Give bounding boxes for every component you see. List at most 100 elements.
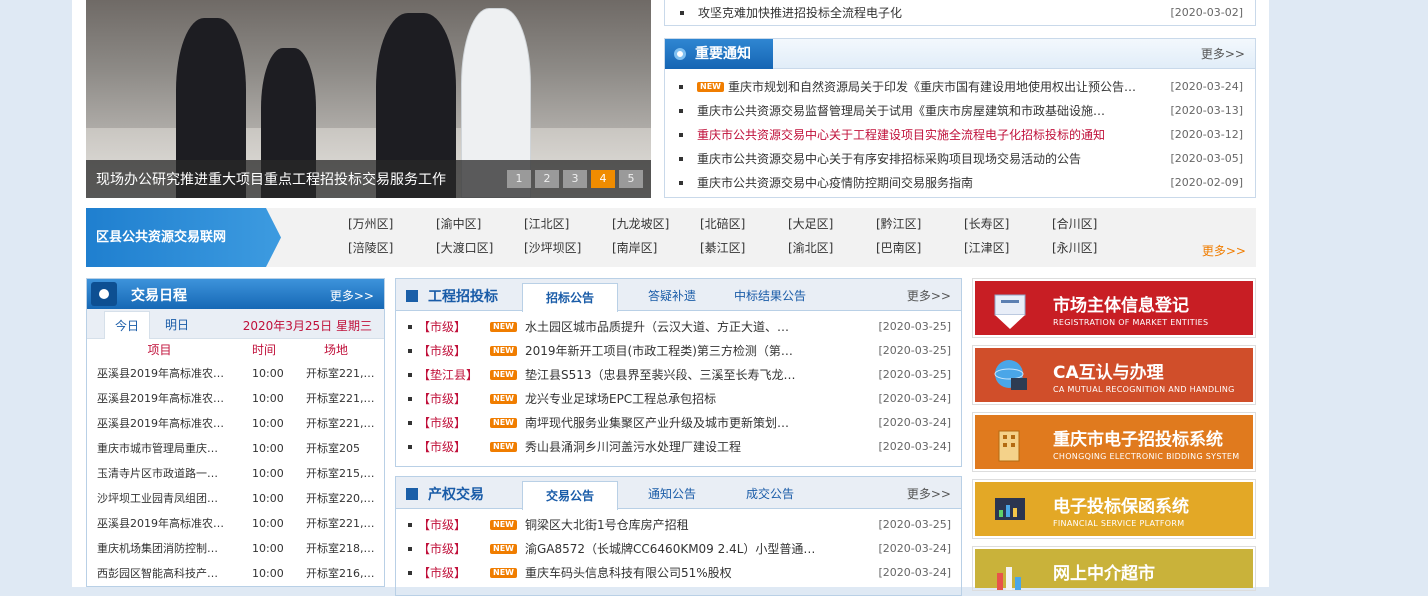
table-row[interactable]: 巫溪县2019年高标准农… 10:00 开标室221,… [87, 411, 384, 436]
row-item[interactable]: 重庆市城市管理局重庆… [87, 436, 232, 461]
district-link[interactable]: [巴南区] [876, 238, 964, 258]
notice-title[interactable]: 重庆市公共资源交易监督管理局关于试用《重庆市房屋建筑和市政基础设施… [697, 99, 1160, 123]
list-item[interactable]: 【市级】 NEW 铜梁区大北街1号仓库房产招租 [2020-03-25] [406, 513, 951, 537]
item-title[interactable]: 渝GA8572（长城牌CC6460KM09 2.4L）小型普通… [525, 537, 869, 561]
intermediary-market-banner[interactable]: 网上中介超市 [972, 546, 1256, 591]
news-slideshow[interactable]: 现场办公研究推进重大项目重点工程招投标交易服务工作 1 2 3 4 5 [86, 0, 651, 198]
more-link[interactable]: 更多>> [330, 287, 374, 304]
table-row[interactable]: 玉清寺片区市政道路一… 10:00 开标室215,… [87, 461, 384, 486]
news-title[interactable]: 攻坚克难加快推进招投标全流程电子化 [698, 4, 1160, 21]
slide-page-5[interactable]: 5 [619, 170, 643, 188]
item-title[interactable]: 重庆车码头信息科技有限公司51%股权 [525, 561, 869, 585]
tab-deal-notice[interactable]: 成交公告 [746, 485, 794, 502]
list-item[interactable]: 【市级】 NEW 秀山县涌洞乡川河盖污水处理厂建设工程 [2020-03-24] [406, 435, 951, 459]
slide-page-3[interactable]: 3 [563, 170, 587, 188]
ca-recognition-banner[interactable]: CA互认与办理 CA MUTUAL RECOGNITION AND HANDLI… [972, 345, 1256, 405]
slide-page-4[interactable]: 4 [591, 170, 615, 188]
tab-trade-notice[interactable]: 交易公告 [522, 481, 619, 510]
row-item[interactable]: 沙坪坝工业园青凤组团… [87, 486, 232, 511]
row-item[interactable]: 玉清寺片区市政道路一… [87, 461, 232, 486]
district-link[interactable]: [黔江区] [876, 214, 964, 234]
list-item[interactable]: 【市级】 NEW 2019年新开工项目(市政工程类)第三方检测（第… [2020-03… [406, 339, 951, 363]
table-row[interactable]: 沙坪坝工业园青凤组团… 10:00 开标室220,… [87, 486, 384, 511]
more-link[interactable]: 更多>> [1201, 45, 1245, 62]
row-time: 10:00 [252, 517, 284, 530]
list-item[interactable]: 【市级】 NEW 龙兴专业足球场EPC工程总承包招标 [2020-03-24] [406, 387, 951, 411]
list-item[interactable]: 重庆市公共资源交易中心疫情防控期间交易服务指南 [2020-02-09] [677, 171, 1243, 195]
list-item[interactable]: NEW 重庆市规划和自然资源局关于印发《重庆市国有建设用地使用权出让预公告… [… [677, 75, 1243, 99]
tab-bid-notice[interactable]: 招标公告 [522, 283, 619, 312]
notice-title[interactable]: 重庆市公共资源交易中心疫情防控期间交易服务指南 [697, 171, 1160, 195]
district-link[interactable]: [九龙坡区] [612, 214, 700, 234]
important-notices-panel: 重要通知 更多>> NEW 重庆市规划和自然资源局关于印发《重庆市国有建设用地使… [664, 38, 1256, 198]
district-link[interactable]: [长寿区] [964, 214, 1052, 234]
district-link[interactable]: [渝北区] [788, 238, 876, 258]
district-link[interactable]: [江津区] [964, 238, 1052, 258]
item-title[interactable]: 2019年新开工项目(市政工程类)第三方检测（第… [525, 339, 869, 363]
row-time: 10:00 [252, 367, 284, 380]
list-item[interactable]: 【市级】 NEW 水土园区城市品质提升（云汉大道、方正大道、… [2020-03-25… [406, 315, 951, 339]
bullet [408, 445, 412, 449]
notice-title[interactable]: 重庆市公共资源交易中心关于工程建设项目实施全流程电子化招标投标的通知 [697, 123, 1160, 147]
district-link[interactable]: [万州区] [348, 214, 436, 234]
banner-title: 重庆市电子招投标系统 [1053, 430, 1223, 450]
table-row[interactable]: 西彭园区智能高科技产… 10:00 开标室216,… [87, 561, 384, 586]
notices-tab[interactable]: 重要通知 [665, 39, 773, 69]
tab-today[interactable]: 今日 [104, 311, 150, 339]
item-title[interactable]: 垫江县S513（忠县界至裴兴段、三溪至长寿飞龙… [525, 363, 869, 387]
more-link[interactable]: 更多>> [907, 485, 951, 502]
tab-award-result[interactable]: 中标结果公告 [734, 287, 806, 304]
bid-guarantee-banner[interactable]: 电子投标保函系统 FINANCIAL SERVICE PLATFORM [972, 479, 1256, 539]
list-item[interactable]: 重庆市公共资源交易中心关于有序安排招标采购项目现场交易活动的公告 [2020-0… [677, 147, 1243, 171]
row-item[interactable]: 西彭园区智能高科技产… [87, 561, 232, 586]
table-row[interactable]: 巫溪县2019年高标准农… 10:00 开标室221,… [87, 386, 384, 411]
row-item[interactable]: 巫溪县2019年高标准农… [87, 511, 232, 536]
district-link[interactable]: [合川区] [1052, 214, 1140, 234]
table-row[interactable]: 重庆市城市管理局重庆… 10:00 开标室205 [87, 436, 384, 461]
notice-title[interactable]: 重庆市公共资源交易中心关于有序安排招标采购项目现场交易活动的公告 [697, 147, 1160, 171]
list-item[interactable]: 【垫江县】 NEW 垫江县S513（忠县界至裴兴段、三溪至长寿飞龙… [2020-03… [406, 363, 951, 387]
district-link[interactable]: [大渡口区] [436, 238, 524, 258]
list-item[interactable]: 重庆市公共资源交易中心关于工程建设项目实施全流程电子化招标投标的通知 [2020… [677, 123, 1243, 147]
list-item[interactable]: 重庆市公共资源交易监督管理局关于试用《重庆市房屋建筑和市政基础设施… [2020… [677, 99, 1243, 123]
tab-qa-supplement[interactable]: 答疑补遗 [648, 287, 696, 304]
electronic-bidding-banner[interactable]: 重庆市电子招投标系统 CHONGQING ELECTRONIC BIDDING … [972, 412, 1256, 472]
district-link[interactable]: [涪陵区] [348, 238, 436, 258]
district-link[interactable]: [江北区] [524, 214, 612, 234]
slide-page-1[interactable]: 1 [507, 170, 531, 188]
row-item[interactable]: 重庆机场集团消防控制… [87, 536, 232, 561]
market-registration-banner[interactable]: 市场主体信息登记 REGISTRATION OF MARKET ENTITIES [972, 278, 1256, 338]
item-title[interactable]: 铜梁区大北街1号仓库房产招租 [525, 513, 869, 537]
list-item[interactable]: 【市级】 NEW 重庆车码头信息科技有限公司51%股权 [2020-03-24] [406, 561, 951, 585]
bullet [408, 523, 412, 527]
tab-tomorrow[interactable]: 明日 [165, 311, 189, 339]
row-item[interactable]: 巫溪县2019年高标准农… [87, 411, 232, 436]
tab-general-notice[interactable]: 通知公告 [648, 485, 696, 502]
district-link[interactable]: [南岸区] [612, 238, 700, 258]
more-link[interactable]: 更多>> [907, 287, 951, 304]
district-link[interactable]: [永川区] [1052, 238, 1140, 258]
page-container: 现场办公研究推进重大项目重点工程招投标交易服务工作 1 2 3 4 5 攻坚克难… [72, 0, 1269, 596]
item-title[interactable]: 南坪现代服务业集聚区产业升级及城市更新策划… [525, 411, 869, 435]
banner-background: 电子投标保函系统 FINANCIAL SERVICE PLATFORM [975, 482, 1253, 536]
table-row[interactable]: 巫溪县2019年高标准农… 10:00 开标室221,… [87, 361, 384, 386]
item-title[interactable]: 龙兴专业足球场EPC工程总承包招标 [525, 387, 869, 411]
notice-title[interactable]: 重庆市规划和自然资源局关于印发《重庆市国有建设用地使用权出让预公告… [728, 75, 1161, 99]
table-row[interactable]: 巫溪县2019年高标准农… 10:00 开标室221,… [87, 511, 384, 536]
table-row[interactable]: 重庆机场集团消防控制… 10:00 开标室218,… [87, 536, 384, 561]
row-item[interactable]: 巫溪县2019年高标准农… [87, 361, 232, 386]
slide-caption[interactable]: 现场办公研究推进重大项目重点工程招投标交易服务工作 [96, 169, 446, 189]
district-link[interactable]: [北碚区] [700, 214, 788, 234]
district-link[interactable]: [沙坪坝区] [524, 238, 612, 258]
district-link[interactable]: [渝中区] [436, 214, 524, 234]
row-item[interactable]: 巫溪县2019年高标准农… [87, 386, 232, 411]
list-item[interactable]: 【市级】 NEW 南坪现代服务业集聚区产业升级及城市更新策划… [2020-03-24… [406, 411, 951, 435]
list-item[interactable]: 攻坚克难加快推进招投标全流程电子化 [2020-03-02] [677, 4, 1243, 21]
list-item[interactable]: 【市级】 NEW 渝GA8572（长城牌CC6460KM09 2.4L）小型普通… [… [406, 537, 951, 561]
item-title[interactable]: 水土园区城市品质提升（云汉大道、方正大道、… [525, 315, 869, 339]
item-title[interactable]: 秀山县涌洞乡川河盖污水处理厂建设工程 [525, 435, 869, 459]
district-more-link[interactable]: 更多>> [1202, 242, 1246, 259]
district-link[interactable]: [綦江区] [700, 238, 788, 258]
district-link[interactable]: [大足区] [788, 214, 876, 234]
slide-page-2[interactable]: 2 [535, 170, 559, 188]
